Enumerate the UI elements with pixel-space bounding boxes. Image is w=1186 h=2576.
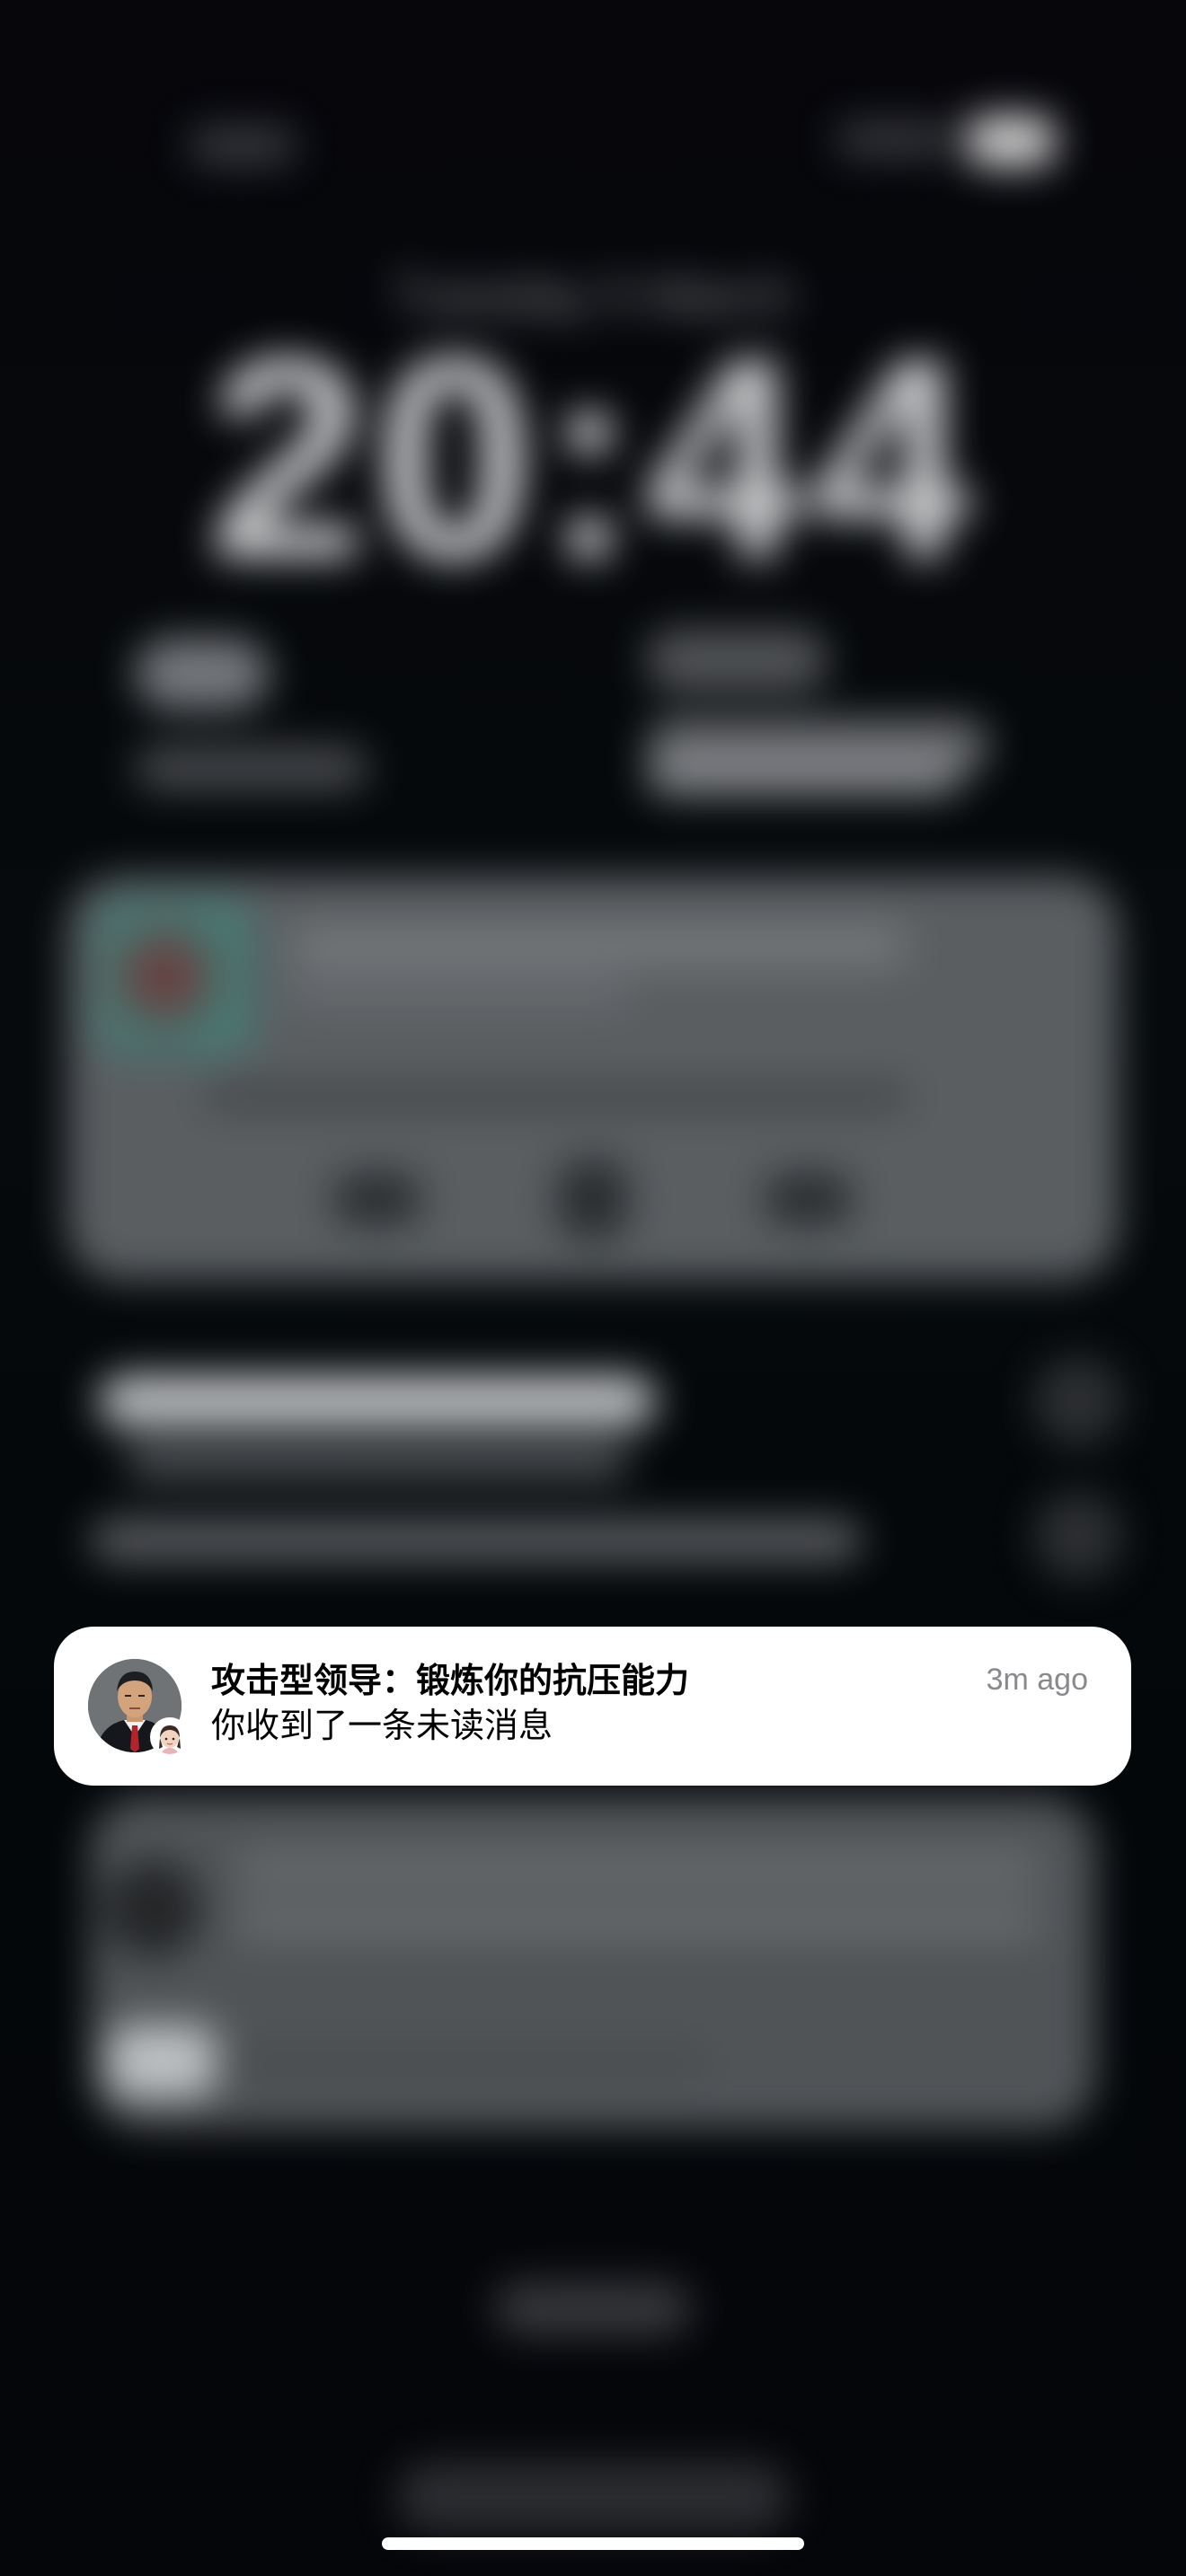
- battery-icon: [966, 115, 1056, 167]
- notification-banner[interactable]: 攻击型领导：锻炼你的抗压能力 你收到了一条未读消息 3m ago: [54, 1627, 1131, 1786]
- lock-clock: 20:44: [207, 297, 979, 619]
- notification-stack-row-2: [90, 1518, 863, 1563]
- lock-screen: Tuesday 5 March 20:44 攻击型领导：锻炼你的抗压能力 你收到…: [0, 0, 1186, 2576]
- blurred-background: Tuesday 5 March 20:44: [0, 0, 1186, 2576]
- notification-title: 攻击型领导：锻炼你的抗压能力: [211, 1663, 690, 1700]
- rewind-icon: [332, 1172, 422, 1226]
- widget-right-detail-2: [647, 754, 961, 795]
- pause-icon: [557, 1159, 629, 1239]
- fast-forward-icon: [764, 1172, 854, 1226]
- notification-stack-icon: [1033, 1356, 1123, 1446]
- background-thumbnail: [108, 2025, 216, 2097]
- background-line-3: [238, 2048, 705, 2080]
- background-bar: [395, 2461, 791, 2533]
- widget-left: [135, 638, 270, 710]
- widget-right: [647, 629, 827, 692]
- status-time: [189, 126, 296, 165]
- app-badge-icon: [150, 1717, 190, 1757]
- notification-timestamp: 3m ago: [986, 1663, 1088, 1697]
- status-signal-icon: [836, 121, 952, 157]
- home-indicator[interactable]: [382, 2537, 804, 2550]
- background-avatar: [103, 1859, 202, 1958]
- background-pill: [494, 2281, 692, 2335]
- notification-body: 你收到了一条未读消息: [211, 1707, 553, 1745]
- notification-stack-row: [99, 1374, 656, 1428]
- background-line: [234, 1850, 1042, 1886]
- background-line-2: [234, 1904, 1042, 1940]
- notification-stack-row-detail: [126, 1446, 629, 1478]
- media-artwork: [94, 898, 252, 1055]
- media-subtitle: [288, 975, 629, 1006]
- notification-stack-icon-2: [1033, 1491, 1123, 1581]
- media-title: [288, 925, 907, 966]
- widget-left-detail: [135, 745, 368, 790]
- media-progress-bar: [207, 1087, 907, 1107]
